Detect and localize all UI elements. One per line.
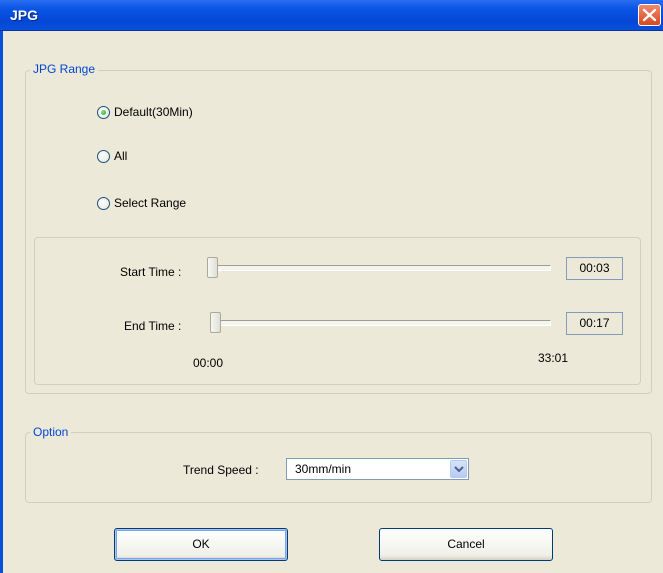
trend-speed-label: Trend Speed : (183, 463, 259, 477)
start-time-label: Start Time : (120, 265, 182, 279)
trend-speed-value: 30mm/min (295, 462, 352, 476)
radio-button[interactable] (97, 196, 110, 210)
start-time-slider-track[interactable] (214, 265, 551, 271)
radio-button[interactable] (97, 149, 110, 163)
range-min-label: 00:00 (193, 356, 224, 370)
title-bar: JPG (0, 0, 663, 31)
radio-button-checked[interactable] (97, 105, 110, 119)
chevron-down-icon (454, 466, 464, 473)
end-time-value: 00:17 (566, 312, 623, 335)
end-time-slider-thumb[interactable] (210, 312, 221, 333)
radio-label-all: All (114, 149, 128, 163)
ok-button[interactable]: OK (114, 528, 288, 561)
start-time-slider-thumb[interactable] (207, 257, 218, 278)
radio-label-select-range: Select Range (114, 196, 187, 210)
close-icon (642, 8, 657, 22)
radio-select-range[interactable]: Select Range (97, 195, 186, 211)
radio-default-30min[interactable]: Default(30Min) (97, 104, 193, 120)
cancel-button[interactable]: Cancel (379, 528, 553, 561)
window-title: JPG (10, 7, 39, 23)
radio-label-default: Default(30Min) (114, 105, 193, 119)
trend-speed-select[interactable]: 30mm/min (286, 458, 469, 480)
jpg-range-group-label: JPG Range (30, 62, 99, 76)
range-max-label: 33:01 (538, 351, 569, 365)
dropdown-button[interactable] (450, 460, 467, 478)
end-time-slider-track[interactable] (214, 320, 551, 326)
close-button[interactable] (638, 4, 661, 26)
end-time-label: End Time : (124, 319, 182, 333)
window-border (0, 31, 3, 573)
start-time-value: 00:03 (566, 257, 623, 280)
option-group-label: Option (30, 425, 72, 439)
radio-all[interactable]: All (97, 148, 127, 164)
